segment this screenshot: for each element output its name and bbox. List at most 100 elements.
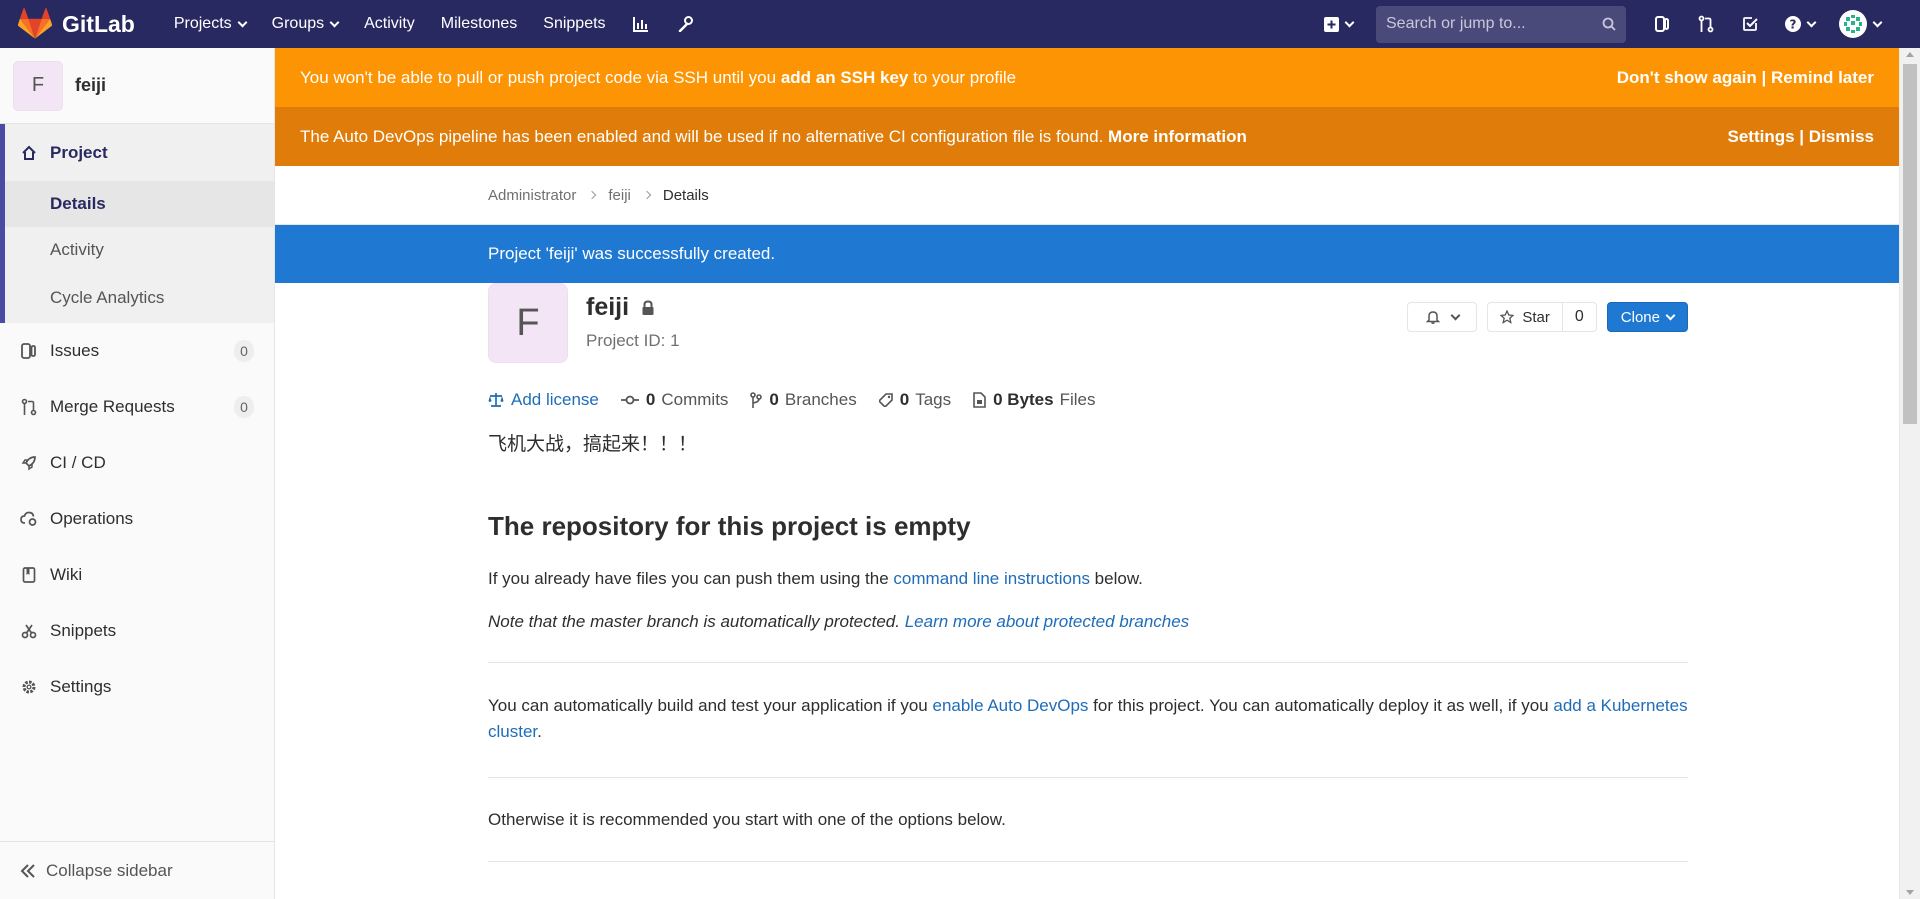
files-link[interactable]: 0 Bytes Files xyxy=(973,390,1096,410)
scale-icon xyxy=(488,392,504,408)
search-input[interactable]: Search or jump to... xyxy=(1376,5,1626,43)
sidebar-item-operations-label: Operations xyxy=(50,509,134,528)
protected-branches-link[interactable]: Learn more about protected branches xyxy=(905,612,1189,631)
brand-name: GitLab xyxy=(62,10,135,37)
breadcrumb: Administrator feiji Details xyxy=(275,166,1899,225)
sidebar-item-settings-label: Settings xyxy=(50,677,112,696)
sidebar-item-activity[interactable]: Activity xyxy=(5,227,274,273)
flash-notice: Project 'feiji' was successfully created… xyxy=(275,225,1899,283)
sidebar-item-operations[interactable]: Operations xyxy=(0,491,274,547)
ssh-banner-separator: | xyxy=(1761,67,1767,87)
breadcrumb-administrator[interactable]: Administrator xyxy=(488,187,576,204)
issues-count-badge: 0 xyxy=(234,340,254,362)
add-ssh-key-link[interactable]: add an SSH key xyxy=(781,68,909,87)
nav-snippets[interactable]: Snippets xyxy=(530,0,618,48)
collapse-sidebar-button[interactable]: Collapse sidebar xyxy=(0,841,274,899)
divider xyxy=(488,777,1688,778)
file-icon xyxy=(973,392,986,408)
home-icon xyxy=(20,145,38,161)
tags-link[interactable]: 0 Tags xyxy=(878,390,951,410)
devops-banner-text: The Auto DevOps pipeline has been enable… xyxy=(300,126,1104,146)
project-stats: Add license 0 Commits 0 Branches 0 Tags 0 B… xyxy=(488,390,1688,410)
devops-text-3: . xyxy=(537,722,542,741)
scissors-icon xyxy=(20,623,38,639)
chevron-down-icon xyxy=(329,17,340,27)
dismiss-button[interactable]: Dismiss xyxy=(1809,127,1874,146)
sidebar-item-project[interactable]: Project xyxy=(5,124,274,181)
ssh-key-banner: You won't be able to pull or push projec… xyxy=(275,48,1899,107)
cloud-gear-icon xyxy=(20,511,38,527)
sidebar-item-ci-cd-label: CI / CD xyxy=(50,453,106,472)
commits-link[interactable]: 0 Commits xyxy=(620,390,728,410)
plus-square-icon xyxy=(1323,16,1339,32)
chevron-down-icon xyxy=(1872,17,1883,27)
add-license-link[interactable]: Add license xyxy=(488,390,599,410)
nav-activity[interactable]: Activity xyxy=(351,0,428,48)
project-sidebar: F feiji Project Details Activity Cycle A… xyxy=(0,48,275,899)
svg-text:?: ? xyxy=(1790,18,1797,32)
nav-projects-label: Projects xyxy=(173,15,232,32)
clone-dropdown-button[interactable]: Clone xyxy=(1606,302,1688,332)
bell-icon xyxy=(1425,311,1440,324)
tags-count: 0 xyxy=(899,390,910,409)
wrench-icon[interactable] xyxy=(663,0,707,48)
files-size: 0 Bytes xyxy=(993,390,1054,409)
scroll-up-arrow-icon[interactable] xyxy=(1906,52,1914,57)
gitlab-tanuki-icon xyxy=(18,8,52,39)
chevron-right-icon xyxy=(588,190,597,200)
star-button[interactable]: Star xyxy=(1487,302,1563,332)
sidebar-item-wiki[interactable]: Wiki xyxy=(0,547,274,603)
branches-link[interactable]: 0 Branches xyxy=(750,390,857,410)
nav-projects[interactable]: Projects xyxy=(161,0,259,48)
user-menu-button[interactable] xyxy=(1828,0,1892,48)
sidebar-project-header[interactable]: F feiji xyxy=(0,48,274,124)
top-navbar: GitLab Projects Groups Activity Mileston… xyxy=(0,0,1920,48)
dont-show-again-button[interactable]: Don't show again xyxy=(1617,68,1757,87)
gitlab-logo[interactable]: GitLab xyxy=(18,8,135,40)
push-instructions-text: If you already have files you can push t… xyxy=(488,566,1688,592)
project-actions: Star 0 Clone xyxy=(1407,302,1688,332)
chevron-down-icon xyxy=(237,17,248,27)
issues-icon xyxy=(20,343,38,359)
remind-later-button[interactable]: Remind later xyxy=(1771,68,1874,87)
more-information-link[interactable]: More information xyxy=(1108,127,1247,146)
sidebar-item-merge-requests-label: Merge Requests xyxy=(50,397,175,416)
branches-label: Branches xyxy=(784,390,857,409)
chevron-down-icon xyxy=(1344,17,1354,27)
todo-check-icon[interactable] xyxy=(1728,0,1772,48)
devops-text-1: You can automatically build and test you… xyxy=(488,696,933,715)
new-item-button[interactable] xyxy=(1310,0,1366,48)
notification-dropdown[interactable] xyxy=(1407,302,1478,332)
sidebar-item-issues[interactable]: Issues 0 xyxy=(0,323,274,379)
sidebar-item-project-label: Project xyxy=(50,142,108,162)
merge-request-icon xyxy=(20,398,38,416)
command-line-instructions-link[interactable]: command line instructions xyxy=(893,569,1090,588)
chevron-down-icon xyxy=(1665,310,1676,320)
sidebar-project-name: feiji xyxy=(75,75,107,95)
ssh-banner-text-after: to your profile xyxy=(908,67,1017,87)
devops-settings-link[interactable]: Settings xyxy=(1728,127,1795,146)
scroll-down-arrow-icon[interactable] xyxy=(1906,890,1914,895)
sidebar-item-snippets[interactable]: Snippets xyxy=(0,603,274,659)
vertical-scrollbar[interactable] xyxy=(1899,48,1920,899)
breadcrumb-project[interactable]: feiji xyxy=(608,187,631,204)
sidebar-item-settings[interactable]: Settings xyxy=(0,659,274,715)
project-content: F feiji Project ID: 1 Star 0 Clone Add l… xyxy=(488,283,1688,862)
sidebar-item-ci-cd[interactable]: CI / CD xyxy=(0,435,274,491)
star-count[interactable]: 0 xyxy=(1562,302,1597,332)
files-label: Files xyxy=(1059,390,1096,409)
rocket-icon xyxy=(20,455,38,471)
scrollbar-thumb[interactable] xyxy=(1903,64,1917,424)
otherwise-text: Otherwise it is recommended you start wi… xyxy=(488,810,1006,829)
enable-auto-devops-link[interactable]: enable Auto DevOps xyxy=(932,696,1088,715)
nav-milestones[interactable]: Milestones xyxy=(428,0,530,48)
chart-icon[interactable] xyxy=(619,0,663,48)
help-button[interactable]: ? xyxy=(1772,0,1828,48)
issues-nav-icon[interactable] xyxy=(1640,0,1684,48)
sidebar-item-details[interactable]: Details xyxy=(5,181,274,227)
note-text: Note that the master branch is automatic… xyxy=(488,612,905,631)
sidebar-item-merge-requests[interactable]: Merge Requests 0 xyxy=(0,379,274,435)
nav-groups[interactable]: Groups xyxy=(259,0,351,48)
merge-request-nav-icon[interactable] xyxy=(1684,0,1728,48)
sidebar-item-cycle-analytics[interactable]: Cycle Analytics xyxy=(5,273,274,323)
